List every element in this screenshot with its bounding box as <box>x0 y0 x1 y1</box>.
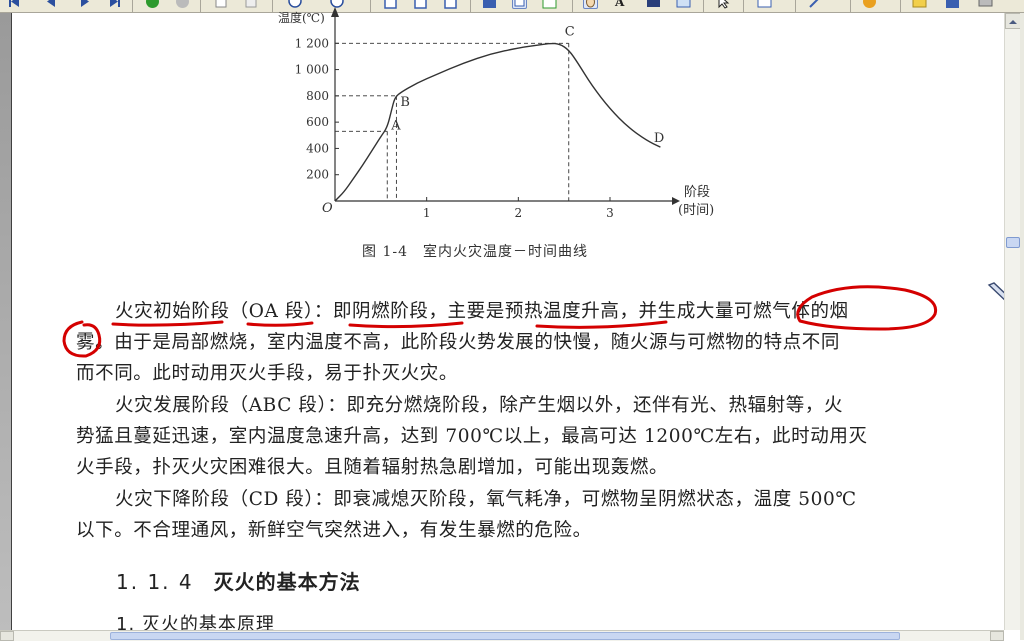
save-file-icon[interactable] <box>945 0 960 9</box>
point-label-a: A <box>390 118 401 133</box>
x-tick-label: 2 <box>515 206 523 220</box>
point-label-d: D <box>654 131 664 146</box>
horizontal-scrollbar[interactable] <box>0 630 1004 641</box>
temperature-time-chart: 200 400 600 800 1 000 1 200 1 2 3 AB C D 温度(℃) O 阶… <box>278 7 714 220</box>
figure-caption: 图 1-4 室内火灾温度－时间曲线 <box>362 244 588 260</box>
horizontal-scroll-thumb[interactable] <box>110 632 900 640</box>
magic-icon[interactable] <box>808 0 823 9</box>
paragraph-2-line-3: 火手段，扑灭火灾困难很大。且随着辐射热急剧增加，可能出现轰燃。 <box>76 457 669 478</box>
next-page-icon[interactable] <box>78 0 93 9</box>
last-page-icon[interactable] <box>108 0 123 9</box>
chart-guide-lines <box>335 42 570 201</box>
y-tick-label: 200 <box>306 168 329 182</box>
x-tick-label: 3 <box>606 206 614 220</box>
chart-point-labels: AB C D <box>390 24 664 146</box>
note-icon[interactable] <box>757 0 772 9</box>
go-icon[interactable] <box>145 0 160 9</box>
x-axis-label-line2: (时间) <box>678 203 714 218</box>
page-left-border <box>11 13 12 630</box>
window-right-border <box>1020 13 1024 640</box>
point-label-c: C <box>565 24 575 39</box>
y-tick-label: 400 <box>306 141 329 155</box>
y-tick-label: 1 000 <box>295 63 329 77</box>
vertical-scroll-thumb[interactable] <box>1006 237 1020 248</box>
section-title: 灭火的基本方法 <box>213 570 361 594</box>
y-tick-label: 600 <box>306 115 329 129</box>
origin-label: O <box>322 201 333 216</box>
paragraph-2-line-1: 火灾发展阶段（ABC 段）：即充分燃烧阶段，除产生烟以外，还伴有光、热辐射等，火 <box>115 395 844 416</box>
y-tick-label: 1 200 <box>295 36 329 50</box>
section-heading: 1. 1. 4 灭火的基本方法 <box>116 566 361 595</box>
print-icon[interactable] <box>978 0 993 9</box>
temperature-curve <box>334 42 661 202</box>
scroll-up-button[interactable] <box>1005 13 1021 29</box>
y-axis-arrow <box>331 7 339 17</box>
point-label-b: B <box>400 95 410 110</box>
x-axis-label-line1: 阶段 <box>684 185 710 200</box>
paragraph-3-line-2: 以下。不合理通风，新鲜空气突然进入，有发生暴燃的危险。 <box>76 520 592 541</box>
vertical-scrollbar[interactable] <box>1004 13 1021 630</box>
paste-icon[interactable] <box>244 0 259 9</box>
paragraph-3-line-1: 火灾下降阶段（CD 段）：即衰减熄灭阶段，氧气耗净，可燃物呈阴燃状态，温度 50… <box>115 489 857 510</box>
paragraph-1-line-1: 火灾初始阶段（OA 段）：即阴燃阶段，主要是预热温度升高，并生成大量可燃气体的烟 <box>115 301 849 322</box>
page-left-shadow <box>0 13 11 630</box>
x-tick-label: 1 <box>423 206 431 220</box>
help-icon[interactable] <box>862 0 877 9</box>
stop-icon[interactable] <box>175 0 190 9</box>
first-page-icon[interactable] <box>6 0 21 9</box>
section-number: 1. 1. 4 <box>116 570 194 594</box>
folder-icon[interactable] <box>912 0 927 9</box>
paragraph-1-line-2: 雾。由于是局部燃烧，室内温度不高，此阶段火势发展的快慢，随火源与可燃物的特点不同 <box>76 332 841 353</box>
y-tick-label: 800 <box>306 89 329 103</box>
y-axis-label: 温度(℃) <box>278 10 325 25</box>
chart-axes <box>331 7 680 205</box>
paragraph-1-line-3: 而不同。此时动用灭火手段，易于扑灭火灾。 <box>76 363 459 384</box>
copy-icon[interactable] <box>214 0 229 9</box>
paragraph-2-line-2: 势猛且蔓延迅速，室内温度急速升高，达到 700℃以上，最高可达 1200℃左右，… <box>76 426 868 447</box>
prev-page-icon[interactable] <box>43 0 58 9</box>
